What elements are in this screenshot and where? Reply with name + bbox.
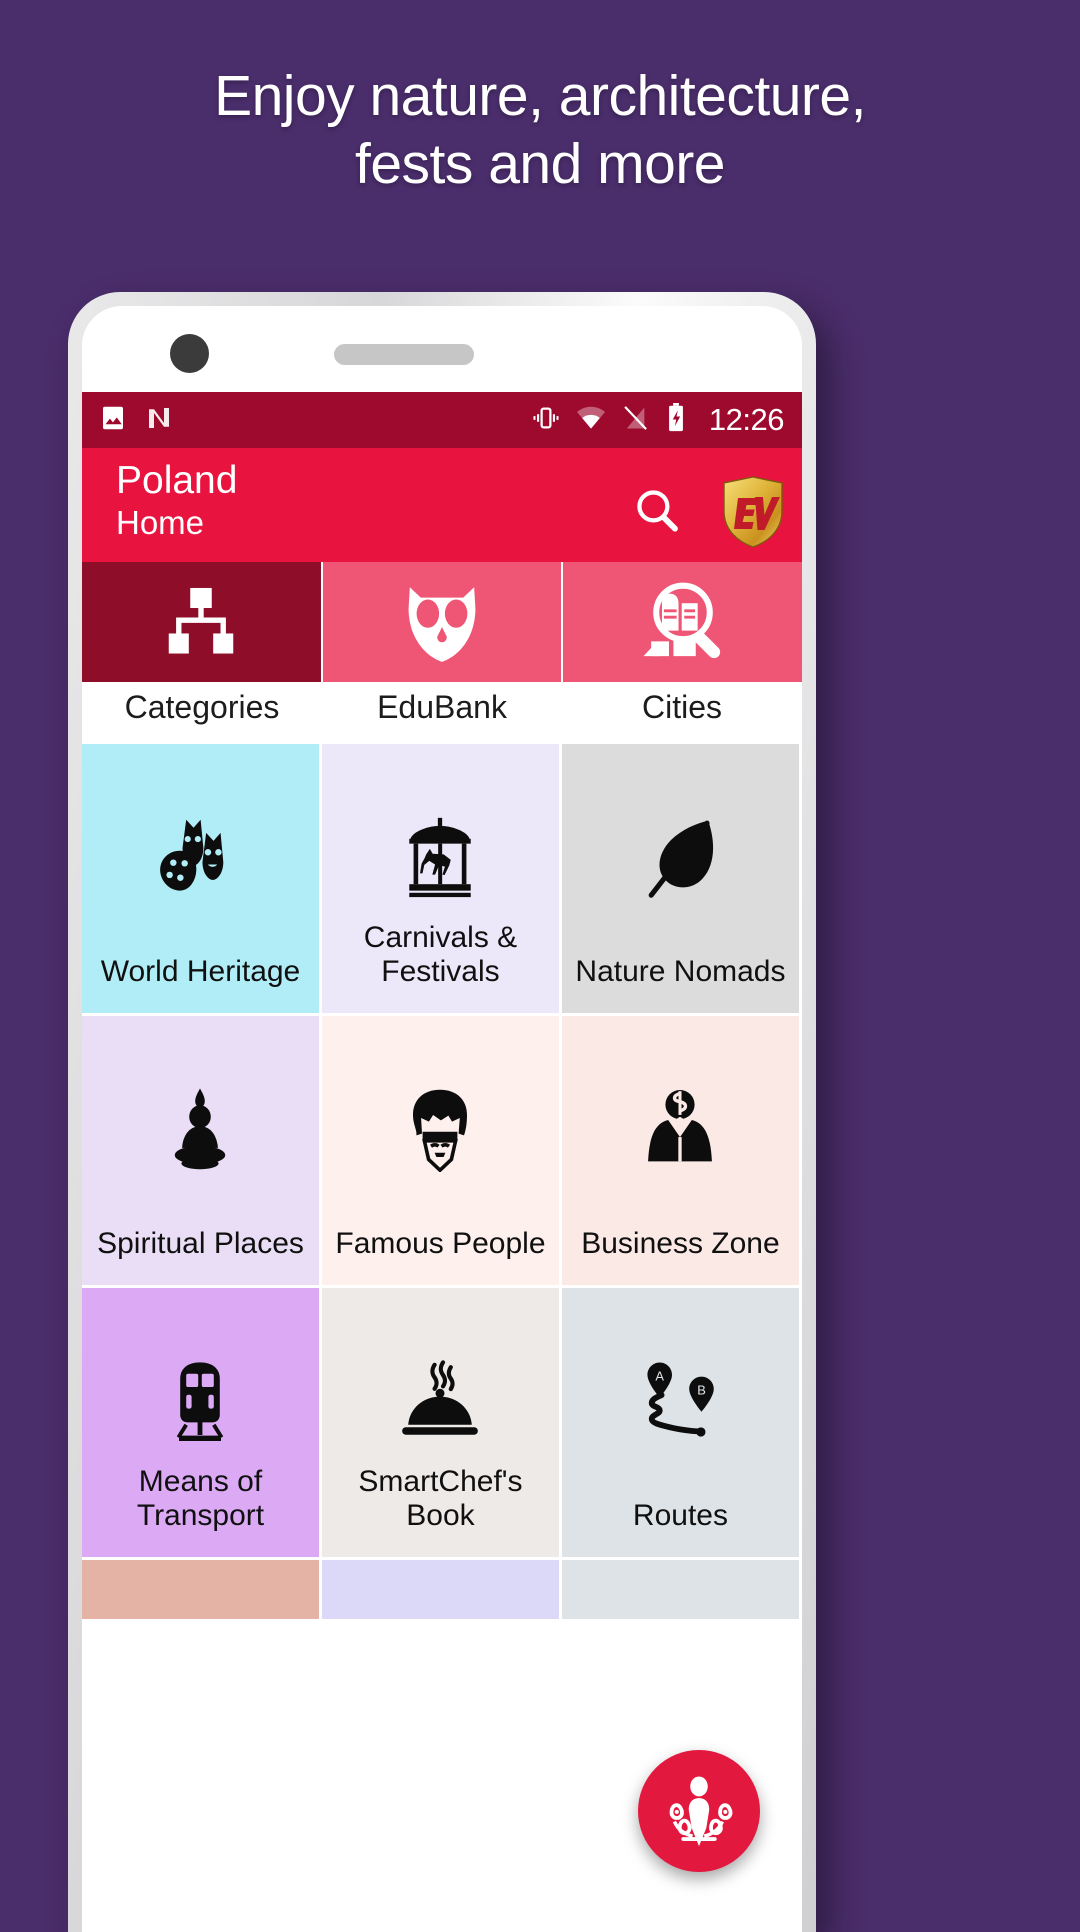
promo-headline: Enjoy nature, architecture, fests and mo… (0, 62, 1080, 199)
face-icon (322, 1088, 559, 1172)
promo-line-2: fests and more (354, 132, 726, 197)
category-label: Spiritual Places (97, 1227, 304, 1260)
category-cell-nature-nomads[interactable]: Nature Nomads (561, 744, 802, 1016)
svg-text:A: A (656, 1368, 665, 1383)
category-label: SmartChef's Book (358, 1465, 523, 1532)
category-cell-routes[interactable]: A B Routes (561, 1288, 802, 1560)
category-cell-carnivals-festivals[interactable]: Carnivals & Festivals (321, 744, 562, 1016)
category-cell-smartchefs-book[interactable]: SmartChef's Book (321, 1288, 562, 1560)
food-cloche-icon (322, 1360, 559, 1444)
ev-shield-logo[interactable] (722, 476, 784, 548)
person-places-icon (661, 1773, 737, 1849)
status-bar-left (98, 403, 174, 438)
train-icon (82, 1360, 319, 1444)
category-cell-world-heritage[interactable]: World Heritage (82, 744, 322, 1016)
category-grid-container: World Heritage Carnivals & Festivals Nat… (82, 744, 802, 1932)
theatre-masks-icon (82, 816, 319, 902)
android-n-icon (144, 403, 174, 438)
tab-categories[interactable] (82, 562, 323, 682)
category-label: Business Zone (581, 1227, 780, 1260)
tab-bar (82, 562, 802, 682)
category-cell-partial-1[interactable] (82, 1560, 322, 1622)
phone-screen: 12:26 Poland Home Categories EduBank Cit… (82, 306, 802, 1932)
category-cell-partial-2[interactable] (321, 1560, 562, 1622)
leaf-icon (562, 816, 799, 900)
svg-text:B: B (698, 1382, 707, 1397)
category-cell-means-of-transport[interactable]: Means of Transport (82, 1288, 322, 1560)
category-cell-business-zone[interactable]: Business Zone (561, 1016, 802, 1288)
app-bar-actions (630, 476, 784, 548)
tab-label-categories[interactable]: Categories (82, 682, 322, 744)
category-cell-partial-3[interactable] (561, 1560, 802, 1622)
category-label: World Heritage (100, 955, 301, 988)
wifi-icon (575, 402, 607, 439)
category-label: Nature Nomads (575, 955, 786, 988)
category-cell-spiritual-places[interactable]: Spiritual Places (82, 1016, 322, 1288)
phone-bezel (82, 306, 802, 392)
city-search-icon (638, 579, 728, 665)
hierarchy-icon (158, 579, 244, 665)
carousel-icon (322, 816, 559, 902)
phone-mockup: 12:26 Poland Home Categories EduBank Cit… (68, 292, 816, 1932)
front-camera-icon (170, 334, 209, 373)
tab-label-cities[interactable]: Cities (562, 682, 802, 744)
tab-edubank[interactable] (322, 562, 564, 682)
vibrate-icon (531, 403, 561, 438)
tab-cities[interactable] (563, 562, 802, 682)
nearby-places-fab[interactable] (638, 1750, 760, 1872)
promo-line-1: Enjoy nature, architecture, (214, 64, 866, 128)
battery-charging-icon (663, 402, 689, 438)
route-ab-icon: A B (562, 1360, 799, 1440)
status-bar-clock: 12:26 (708, 402, 785, 437)
image-icon (98, 403, 128, 438)
buddha-icon (82, 1088, 319, 1176)
businessman-dollar-icon (562, 1088, 799, 1174)
category-label: Means of Transport (136, 1465, 265, 1532)
status-bar: 12:26 (82, 392, 802, 448)
tab-label-edubank[interactable]: EduBank (322, 682, 562, 744)
category-label: Famous People (335, 1227, 546, 1260)
category-cell-famous-people[interactable]: Famous People (321, 1016, 562, 1288)
tab-labels: Categories EduBank Cities (82, 682, 802, 744)
category-grid: World Heritage Carnivals & Festivals Nat… (82, 744, 802, 1622)
signal-off-icon (621, 404, 649, 437)
category-label: Routes (632, 1499, 728, 1532)
earpiece-speaker-icon (334, 344, 474, 365)
owl-icon (397, 580, 487, 664)
category-label: Carnivals & Festivals (363, 921, 518, 988)
status-bar-right: 12:26 (531, 402, 785, 439)
search-icon[interactable] (630, 483, 684, 542)
app-bar: Poland Home (82, 448, 802, 562)
